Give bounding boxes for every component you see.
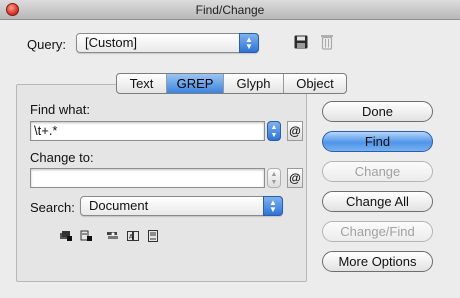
- search-value: Document: [89, 198, 149, 213]
- change-button[interactable]: Change: [322, 161, 433, 182]
- popup-arrows-icon: ▲ ▼: [263, 196, 283, 216]
- tab-object[interactable]: Object: [284, 74, 346, 93]
- find-button[interactable]: Find: [322, 131, 433, 152]
- tab-text[interactable]: Text: [117, 74, 167, 93]
- include-locked-layers-icon[interactable]: [60, 230, 72, 242]
- special-characters-icon[interactable]: @: [287, 121, 303, 141]
- popup-arrows-icon: ▲ ▼: [239, 33, 259, 53]
- include-footnotes-icon[interactable]: [147, 230, 159, 242]
- find-what-field[interactable]: \t+.*: [30, 121, 265, 141]
- change-all-button[interactable]: Change All: [322, 191, 433, 212]
- tab-glyph[interactable]: Glyph: [224, 74, 284, 93]
- query-value: [Custom]: [85, 35, 138, 50]
- find-change-window: Find/Change Query: [Custom] ▲ ▼ Text GREP…: [0, 0, 460, 298]
- save-query-icon[interactable]: [294, 35, 308, 49]
- search-select[interactable]: Document ▲ ▼: [80, 196, 283, 216]
- delete-query-icon[interactable]: [320, 34, 334, 50]
- query-select[interactable]: [Custom] ▲ ▼: [76, 33, 259, 53]
- window-title: Find/Change: [195, 3, 265, 17]
- query-label: Query:: [27, 37, 67, 52]
- tab-grep[interactable]: GREP: [167, 74, 224, 93]
- include-master-pages-icon[interactable]: A: [127, 230, 139, 242]
- change-to-label: Change to:: [30, 150, 94, 165]
- more-options-button[interactable]: More Options: [322, 251, 433, 272]
- change-to-field[interactable]: [30, 168, 265, 188]
- change-find-button[interactable]: Change/Find: [322, 221, 433, 242]
- find-history-icon[interactable]: ▲ ▼: [267, 121, 281, 141]
- done-button[interactable]: Done: [322, 101, 433, 122]
- special-characters-change-icon[interactable]: @: [287, 168, 303, 188]
- search-type-tabs: Text GREP Glyph Object: [116, 73, 347, 94]
- include-hidden-layers-icon[interactable]: [107, 230, 119, 242]
- find-what-label: Find what:: [30, 102, 90, 117]
- change-history-icon[interactable]: ▲ ▼: [267, 168, 281, 188]
- title-bar: Find/Change: [0, 0, 460, 20]
- include-locked-stories-icon[interactable]: [80, 230, 92, 242]
- search-label: Search:: [30, 200, 75, 215]
